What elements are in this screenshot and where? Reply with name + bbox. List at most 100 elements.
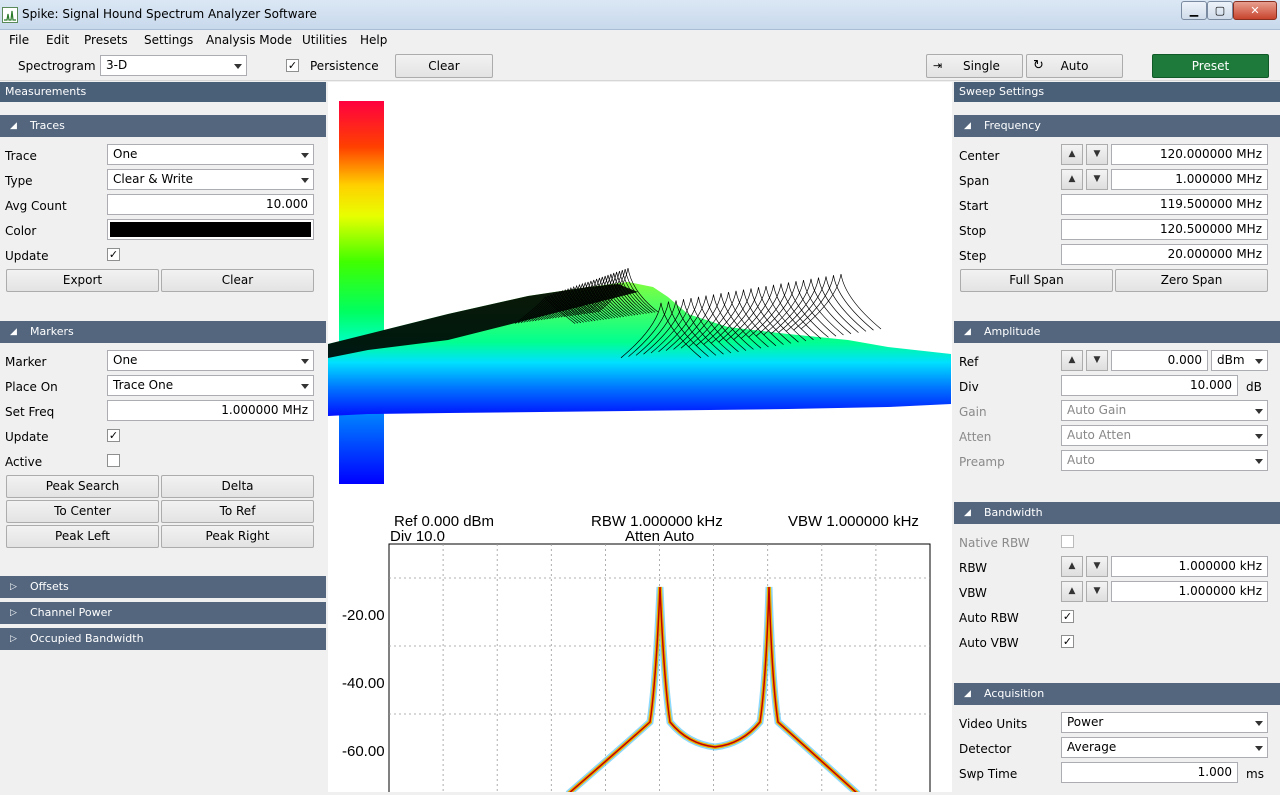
frequency-section-header[interactable]: ◢ Frequency [954,115,1280,137]
bandwidth-section-header[interactable]: ◢ Bandwidth [954,502,1280,524]
stop-freq-input[interactable]: 120.500000 MHz [1061,219,1268,240]
detector-label: Detector [959,742,1012,756]
menu-utilities[interactable]: Utilities [302,33,347,47]
preamp-label: Preamp [959,455,1005,469]
channel-power-section-header[interactable]: ▷ Channel Power [0,602,326,624]
full-span-button[interactable]: Full Span [960,269,1113,292]
chevron-down-icon [301,384,309,389]
delta-button[interactable]: Delta [161,475,314,498]
vbw-down-button[interactable]: ▼ [1086,581,1108,602]
preamp-select[interactable]: Auto [1061,450,1268,471]
to-ref-button[interactable]: To Ref [161,500,314,523]
auto-label: Auto [1060,59,1089,73]
ridge-line [793,275,874,331]
markers-section-header[interactable]: ◢ Markers [0,321,326,343]
div-label: Div [959,380,979,394]
vbw-up-button[interactable]: ▲ [1061,581,1083,602]
zero-span-button[interactable]: Zero Span [1115,269,1268,292]
close-button[interactable]: ✕ [1233,1,1277,20]
persistence-label: Persistence [310,59,379,73]
menu-help[interactable]: Help [360,33,387,47]
channel-power-title: Channel Power [30,606,112,619]
acquisition-section-header[interactable]: ◢ Acquisition [954,683,1280,705]
atten-value: Auto Atten [1067,428,1132,442]
spectrogram-and-sweep-view[interactable]: Ref 0.000 dBm Div 10.0 RBW 1.000000 kHz … [328,82,952,795]
atten-label: Atten [959,430,992,444]
avg-count-input[interactable]: 10.000 [107,194,314,215]
ref-down-button[interactable]: ▼ [1086,350,1108,371]
span-input[interactable]: 1.000000 MHz [1111,169,1268,190]
ref-level-input[interactable]: 0.000 [1111,350,1208,371]
auto-button[interactable]: ↻ Auto [1026,54,1123,78]
to-center-button[interactable]: To Center [6,500,159,523]
native-rbw-checkbox[interactable] [1061,535,1074,548]
peak-right-button[interactable]: Peak Right [161,525,314,548]
trace-color-picker[interactable] [107,219,314,240]
marker-update-checkbox[interactable]: ✓ [107,429,120,442]
measurements-panel: Measurements ◢ Traces Trace One Type Cle… [0,82,326,792]
traces-title: Traces [30,119,65,132]
menu-file[interactable]: File [9,33,29,47]
persistence-checkbox[interactable]: ✓ [286,59,299,72]
center-up-button[interactable]: ▲ [1061,144,1083,165]
peak-left-button[interactable]: Peak Left [6,525,159,548]
auto-rbw-checkbox[interactable]: ✓ [1061,610,1074,623]
gain-label: Gain [959,405,987,419]
bandwidth-title: Bandwidth [984,506,1043,519]
trace-clear-button[interactable]: Clear [161,269,314,292]
atten-select[interactable]: Auto Atten [1061,425,1268,446]
single-button[interactable]: ⇥ Single [926,54,1023,78]
gain-select[interactable]: Auto Gain [1061,400,1268,421]
chevron-down-icon [1255,359,1263,364]
active-checkbox[interactable] [107,454,120,467]
menu-settings[interactable]: Settings [144,33,193,47]
span-down-button[interactable]: ▼ [1086,169,1108,190]
video-units-select[interactable]: Power [1061,712,1268,733]
collapse-icon: ◢ [964,508,971,518]
menu-analysis-mode[interactable]: Analysis Mode [206,33,292,47]
rbw-input[interactable]: 1.000000 kHz [1111,556,1268,577]
swp-time-label: Swp Time [959,767,1018,781]
peak-search-button[interactable]: Peak Search [6,475,159,498]
div-label: Div 10.0 [390,528,445,545]
trace-select[interactable]: One [107,144,314,165]
trace-value: One [113,147,138,161]
div-input[interactable]: 10.000 [1061,375,1238,396]
auto-vbw-checkbox[interactable]: ✓ [1061,635,1074,648]
rbw-up-button[interactable]: ▲ [1061,556,1083,577]
ref-unit-select[interactable]: dBm [1211,350,1268,371]
chevron-down-icon [301,153,309,158]
swp-time-input[interactable]: 1.000 [1061,762,1238,783]
set-freq-input[interactable]: 1.000000 MHz [107,400,314,421]
center-freq-input[interactable]: 120.000000 MHz [1111,144,1268,165]
occupied-bandwidth-section-header[interactable]: ▷ Occupied Bandwidth [0,628,326,650]
menu-presets[interactable]: Presets [84,33,128,47]
color-scale-bar [339,101,384,484]
minimize-button[interactable]: ▁ [1181,1,1207,20]
detector-select[interactable]: Average [1061,737,1268,758]
preset-button[interactable]: Preset [1152,54,1269,78]
ref-up-button[interactable]: ▲ [1061,350,1083,371]
expand-icon: ▷ [10,634,17,644]
span-up-button[interactable]: ▲ [1061,169,1083,190]
traces-section-header[interactable]: ◢ Traces [0,115,326,137]
marker-select[interactable]: One [107,350,314,371]
trace-type-select[interactable]: Clear & Write [107,169,314,190]
place-on-select[interactable]: Trace One [107,375,314,396]
trace-update-checkbox[interactable]: ✓ [107,248,120,261]
rbw-down-button[interactable]: ▼ [1086,556,1108,577]
offsets-section-header[interactable]: ▷ Offsets [0,576,326,598]
amplitude-section-header[interactable]: ◢ Amplitude [954,321,1280,343]
menu-edit[interactable]: Edit [46,33,69,47]
center-down-button[interactable]: ▼ [1086,144,1108,165]
title-bar: Spike: Signal Hound Spectrum Analyzer So… [0,0,1280,30]
start-freq-input[interactable]: 119.500000 MHz [1061,194,1268,215]
toolbar-clear-button[interactable]: Clear [395,54,493,78]
step-input[interactable]: 20.000000 MHz [1061,244,1268,265]
export-button[interactable]: Export [6,269,159,292]
spectrogram-select[interactable]: 3-D [100,55,247,76]
maximize-button[interactable]: ▢ [1207,1,1233,20]
expand-icon: ▷ [10,608,17,618]
vbw-input[interactable]: 1.000000 kHz [1111,581,1268,602]
offsets-title: Offsets [30,580,69,593]
